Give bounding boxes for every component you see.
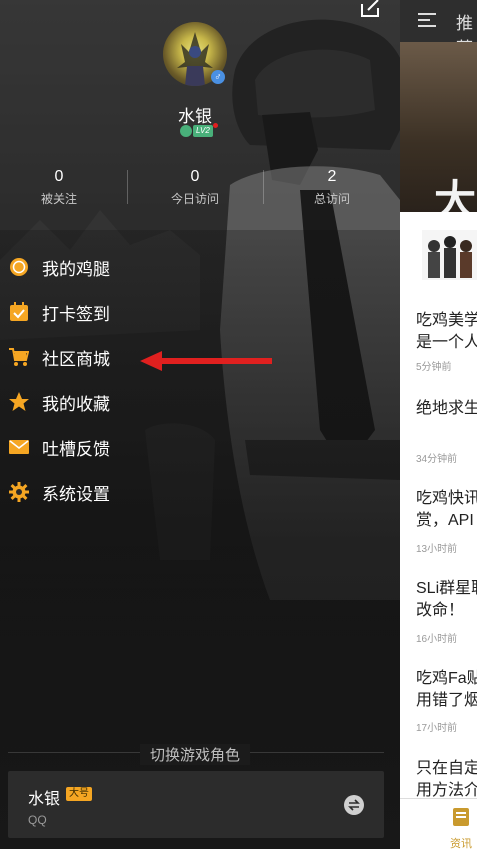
role-tag: 大号: [66, 787, 92, 801]
stat-today-visits[interactable]: 0 今日访问: [145, 168, 245, 207]
username: 水银: [178, 107, 212, 126]
coin-icon: [8, 256, 30, 278]
item-title: 只在自定: [416, 760, 477, 777]
item-time: 17小时前: [416, 723, 458, 734]
thumbnail-image: [422, 230, 477, 280]
news-icon[interactable]: [452, 807, 470, 827]
item-time: 16小时前: [416, 634, 458, 645]
menu-item-label: 吐槽反馈: [42, 439, 110, 459]
level-icon: [180, 125, 192, 137]
stat-label: 被关注: [40, 192, 77, 206]
star-icon: [8, 391, 30, 413]
menu-icon[interactable]: [418, 12, 436, 28]
feed-banner[interactable]: 大: [400, 42, 477, 224]
item-time: 13小时前: [416, 544, 458, 555]
envelope-icon: [8, 436, 30, 458]
bottom-tab-bar: 资讯: [400, 798, 477, 849]
list-item[interactable]: 吃鸡快讯 赏，API 13小时前: [400, 470, 477, 561]
divider: [127, 170, 128, 204]
list-item[interactable]: 吃鸡美学 是一个人 5分钟前: [400, 292, 477, 381]
male-icon: ♂: [211, 70, 225, 84]
divider: [263, 170, 264, 204]
stat-label: 今日访问: [170, 192, 219, 206]
navigation-drawer: ♂ 水银 LV2 0 被关注 0 今日访问 2 总访问 我的鸡腿 打卡签到 社区…: [0, 0, 400, 849]
stat-value: 0: [54, 168, 64, 185]
menu-item-feedback[interactable]: 吐槽反馈: [8, 429, 208, 465]
feed-top-bar: 推荐: [400, 0, 477, 58]
stat-followers[interactable]: 0 被关注: [9, 168, 109, 207]
item-title: 是一个人: [416, 334, 477, 351]
menu-item-label: 打卡签到: [42, 304, 110, 324]
switch-role-title: 切换游戏角色: [140, 744, 251, 765]
calendar-check-icon: [8, 301, 30, 323]
switch-icon[interactable]: [344, 795, 364, 815]
item-title: 绝地求生: [416, 400, 477, 417]
menu-item-label: 社区商城: [42, 349, 110, 369]
menu-item-settings[interactable]: 系统设置: [8, 474, 208, 510]
red-arrow-annotation: [138, 348, 274, 374]
list-item[interactable]: 吃鸡Fa贴 用错了烟 17小时前: [400, 656, 477, 747]
role-card[interactable]: 水银 大号 QQ: [8, 771, 384, 838]
stat-label: 总访问: [313, 192, 350, 206]
menu-item-chicken-legs[interactable]: 我的鸡腿: [8, 249, 208, 285]
item-title: 吃鸡快讯: [416, 490, 477, 507]
list-item[interactable]: 只在自定 用方法介: [400, 746, 477, 799]
edit-icon[interactable]: [360, 0, 382, 18]
gear-icon: [8, 481, 30, 503]
role-platform: QQ: [28, 813, 47, 827]
menu-item-label: 系统设置: [42, 484, 110, 504]
right-feed-panel: 推荐 大 吃鸡美学 是一个人 5分钟前 绝地求生 34分钟前 吃鸡快讯 赏，AP…: [400, 0, 477, 849]
level-badge: LV2: [193, 125, 213, 137]
list-item[interactable]: [400, 212, 477, 293]
item-time: 5分钟前: [416, 362, 452, 373]
menu-item-label: 我的收藏: [42, 394, 110, 414]
menu-item-check-in[interactable]: 打卡签到: [8, 294, 208, 330]
stat-value: 0: [190, 168, 200, 185]
item-title: 吃鸡Fa贴: [416, 670, 477, 687]
role-name: 水银: [28, 791, 61, 808]
notification-dot: [213, 123, 218, 128]
item-title: 改命！: [416, 602, 465, 619]
item-title: 用错了烟: [416, 692, 477, 709]
stat-total-visits[interactable]: 2 总访问: [282, 168, 382, 207]
item-time: 34分钟前: [416, 454, 458, 465]
cart-icon: [8, 346, 30, 368]
stat-value: 2: [327, 168, 337, 185]
list-item[interactable]: 绝地求生 34分钟前: [400, 380, 477, 471]
menu-item-favorites[interactable]: 我的收藏: [8, 384, 208, 420]
item-title: 吃鸡美学: [416, 312, 477, 329]
tab-news[interactable]: 资讯: [450, 835, 472, 849]
item-title: SLi群星联: [416, 580, 477, 597]
menu-item-label: 我的鸡腿: [42, 259, 110, 279]
list-item[interactable]: SLi群星联 改命！ 16小时前: [400, 560, 477, 657]
item-title: 赏，API: [416, 512, 474, 529]
